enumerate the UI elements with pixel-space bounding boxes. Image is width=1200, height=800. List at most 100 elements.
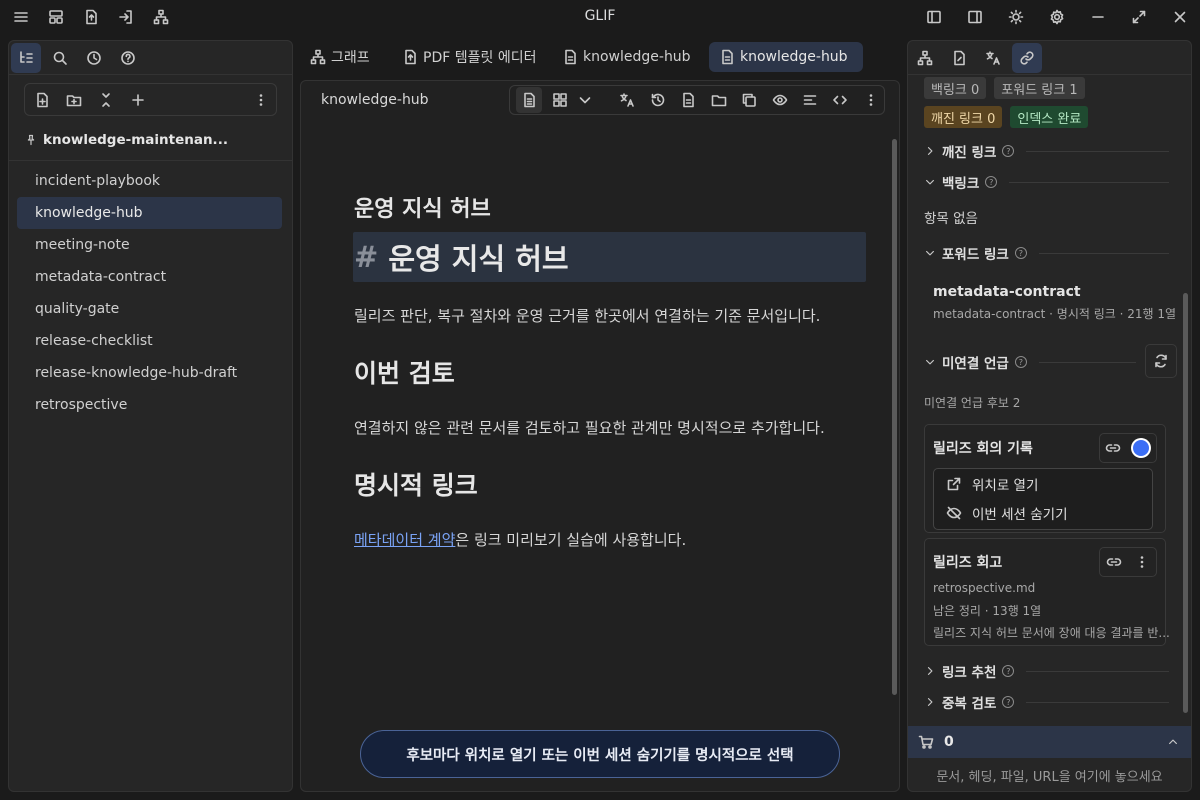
section-link-suggestions[interactable]: 링크 추천 ? (924, 660, 1169, 682)
help-icon[interactable] (113, 43, 143, 73)
tab-knowledge-hub-1[interactable]: knowledge-hub (552, 42, 701, 72)
more-options-icon[interactable] (1134, 554, 1150, 570)
menu-item-open-at-location[interactable]: 위치로 열기 (934, 469, 1152, 498)
menu-icon[interactable] (8, 5, 33, 30)
new-folder-icon[interactable] (65, 91, 83, 109)
grid-view-icon[interactable] (546, 87, 572, 113)
translate-icon[interactable] (614, 87, 640, 113)
section-unlinked-mentions[interactable]: 미연결 언급 ? (924, 351, 1136, 373)
editor-scrollbar[interactable] (892, 139, 897, 695)
toggle-left-sidebar-icon[interactable] (921, 5, 946, 30)
help-icon[interactable]: ? (1002, 145, 1015, 157)
file-item[interactable]: release-knowledge-hub-draft (17, 357, 282, 389)
file-item[interactable]: knowledge-hub (17, 197, 282, 229)
heading-hash: # (354, 240, 379, 274)
graph-icon[interactable] (910, 43, 940, 73)
tab-pdf-template-editor[interactable]: PDF 템플릿 에디터 (392, 42, 546, 72)
import-icon[interactable] (113, 5, 138, 30)
search-icon[interactable] (45, 43, 75, 73)
add-icon[interactable] (129, 91, 147, 109)
section-title: 중복 검토 (942, 696, 997, 712)
chevron-down-icon[interactable] (577, 87, 593, 113)
open-folder-icon[interactable] (705, 87, 731, 113)
section-title: 링크 추천 (942, 665, 997, 681)
maximize-icon[interactable] (1126, 5, 1151, 30)
paragraph-review: 연결하지 않은 관련 문서를 검토하고 필요한 관계만 명시적으로 추가합니다. (354, 419, 825, 437)
right-scrollbar[interactable] (1183, 293, 1188, 713)
toggle-right-sidebar-icon[interactable] (962, 5, 987, 30)
tab-graph[interactable]: 그래프 (300, 42, 380, 72)
version-history-icon[interactable] (645, 87, 671, 113)
links-icon[interactable] (1012, 42, 1042, 73)
paragraph-link: 메타데이터 계약은 링크 미리보기 실습에 사용합니다. (354, 529, 686, 550)
help-icon[interactable]: ? (1002, 665, 1015, 677)
help-icon[interactable]: ? (985, 176, 998, 188)
heading-explicit-links: 명시적 링크 (354, 471, 478, 500)
file-list: incident-playbook knowledge-hub meeting-no… (9, 165, 292, 421)
collapse-all-icon[interactable] (97, 91, 115, 109)
theme-sun-icon[interactable] (1003, 5, 1028, 30)
reading-view-icon[interactable] (516, 87, 543, 113)
collection-cart-bar[interactable]: 0 (908, 726, 1191, 758)
metadata-contract-link[interactable]: 메타데이터 계약 (354, 531, 455, 549)
translate-icon[interactable] (978, 43, 1008, 73)
menu-item-label: 위치로 열기 (972, 477, 1039, 494)
file-item[interactable]: metadata-contract (17, 261, 282, 293)
section-duplicate-review[interactable]: 중복 검토 ? (924, 691, 1169, 713)
minimize-icon[interactable] (1085, 5, 1110, 30)
eye-off-icon (946, 505, 962, 521)
history-clock-icon[interactable] (79, 43, 109, 73)
section-backlinks[interactable]: 백링크 ? (924, 171, 1169, 193)
refresh-button[interactable] (1145, 344, 1177, 378)
section-title: 미연결 언급 (942, 356, 1009, 372)
file-item[interactable]: meeting-note (17, 229, 282, 261)
preview-eye-icon[interactable] (766, 87, 792, 113)
file-tree-icon[interactable] (11, 42, 41, 73)
document-info-icon[interactable] (675, 87, 701, 113)
vault-name[interactable]: knowledge-maintenan... (9, 128, 292, 152)
outline-lines-icon[interactable] (797, 87, 823, 113)
heading-source-line[interactable]: # 운영 지식 허브 (353, 232, 866, 282)
candidate-actions (1099, 547, 1157, 577)
instruction-banner: 후보마다 위치로 열기 또는 이번 세션 숨기기를 명시적으로 선택 (360, 730, 840, 778)
file-link-icon[interactable] (944, 43, 974, 73)
toggle-indicator[interactable] (1130, 437, 1152, 459)
unlinked-candidate-card[interactable]: 릴리즈 회의 기록 위치로 열기 이번 세션 숨기기 (924, 424, 1166, 533)
section-title: 깨진 링크 (942, 145, 997, 161)
unlinked-candidate-card[interactable]: 릴리즈 회고 retrospective.md 남은 정리 · 13행 1열 릴… (924, 538, 1170, 646)
copy-icon[interactable] (736, 87, 762, 113)
more-options-icon[interactable] (252, 91, 270, 109)
layout-icon[interactable] (43, 5, 68, 30)
source-code-icon[interactable] (827, 87, 853, 113)
more-options-icon[interactable] (858, 87, 884, 113)
forward-link-item-title[interactable]: metadata-contract (933, 284, 1081, 300)
export-file-icon[interactable] (78, 5, 103, 30)
link-icon[interactable] (1106, 554, 1122, 570)
candidate-title: 릴리즈 회고 (933, 555, 1003, 571)
candidate-actions (1099, 433, 1157, 463)
hierarchy-icon[interactable] (148, 5, 173, 30)
help-icon[interactable]: ? (1014, 247, 1027, 259)
left-sidebar-tabs (9, 41, 292, 75)
toolbar-separator (597, 87, 610, 113)
tab-bar: 그래프 PDF 템플릿 에디터 knowledge-hub knowledge-… (300, 40, 900, 74)
section-forward-links[interactable]: 포워드 링크 ? (924, 242, 1169, 264)
link-icon[interactable] (1105, 440, 1121, 456)
settings-gear-icon[interactable] (1044, 5, 1069, 30)
file-item[interactable]: release-checklist (17, 325, 282, 357)
help-icon[interactable]: ? (1014, 356, 1027, 368)
divider (1026, 701, 1169, 703)
tab-knowledge-hub-2[interactable]: knowledge-hub (709, 42, 863, 72)
file-item[interactable]: quality-gate (17, 293, 282, 325)
candidate-file: retrospective.md (933, 581, 1036, 595)
drop-zone[interactable]: 문서, 헤딩, 파일, URL을 여기에 놓으세요 (908, 758, 1191, 791)
new-file-icon[interactable] (33, 91, 51, 109)
help-icon[interactable]: ? (1002, 696, 1015, 708)
section-broken-links[interactable]: 깨진 링크 ? (924, 140, 1169, 162)
file-item[interactable]: retrospective (17, 389, 282, 421)
menu-item-hide-session[interactable]: 이번 세션 숨기기 (934, 498, 1152, 527)
section-title: 백링크 (942, 176, 980, 192)
close-window-icon[interactable] (1167, 5, 1192, 30)
chevron-up-icon[interactable] (1167, 736, 1179, 748)
file-item[interactable]: incident-playbook (17, 165, 282, 197)
